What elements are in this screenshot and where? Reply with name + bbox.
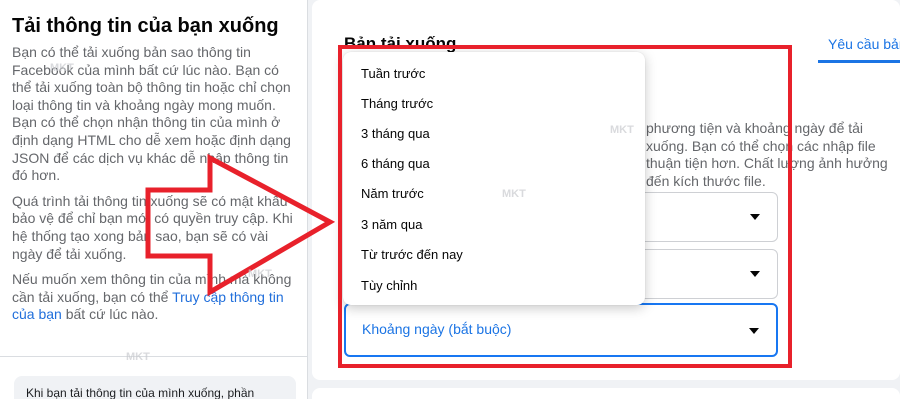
option-last-6-months[interactable]: 6 tháng qua: [361, 156, 430, 171]
intro-paragraph: Bạn có thể tải xuống bản sao thông tin F…: [12, 44, 291, 184]
option-custom[interactable]: Tùy chỉnh: [361, 278, 417, 293]
date-range-label: Khoảng ngày (bắt buộc): [362, 321, 512, 337]
password-paragraph: Quá trình tải thông tin xuống sẽ có mật …: [12, 192, 293, 262]
option-last-year[interactable]: Năm trước: [361, 186, 424, 201]
page-title: Tải thông tin của bạn xuống: [12, 15, 279, 37]
secondary-card: [312, 388, 900, 399]
option-last-3-years[interactable]: 3 năm qua: [361, 217, 422, 232]
date-range-dropdown: Tuần trước Tháng trước 3 tháng qua 6 thá…: [343, 52, 645, 305]
option-last-month[interactable]: Tháng trước: [361, 96, 433, 111]
caret-down-icon: [750, 271, 760, 277]
tab-request[interactable]: Yêu cầu bản: [828, 36, 900, 52]
left-panel: Tải thông tin của bạn xuống Bạn có thể t…: [0, 0, 308, 399]
divider: [0, 356, 308, 357]
option-last-3-months[interactable]: 3 tháng qua: [361, 126, 430, 141]
access-suffix: bất cứ lúc nào.: [61, 306, 159, 323]
tab-active-indicator: [818, 60, 900, 63]
date-range-select[interactable]: Khoảng ngày (bắt buộc): [344, 303, 778, 357]
option-last-week[interactable]: Tuần trước: [361, 66, 425, 81]
option-all-time[interactable]: Từ trước đến nay: [361, 247, 463, 262]
caret-down-icon: [749, 328, 759, 334]
access-paragraph: Nếu muốn xem thông tin của mình mà không…: [12, 271, 295, 324]
card-title: Bản tải xuống: [344, 34, 457, 53]
caret-down-icon: [750, 214, 760, 220]
description-text: phương tiện và khoảng ngày để tải xuống.…: [646, 120, 888, 189]
note-card: Khi bạn tải thông tin của mình xuống, ph…: [14, 376, 296, 399]
